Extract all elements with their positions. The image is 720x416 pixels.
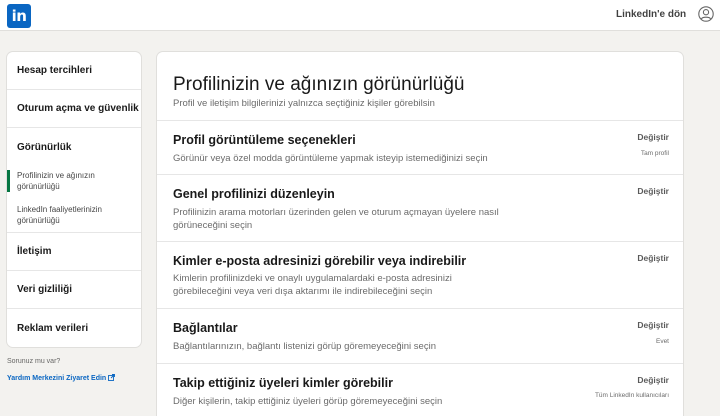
setting-title: Takip ettiğiniz üyeleri kimler görebilir <box>173 376 393 390</box>
setting-description: Profilinizin arama motorları üzerinden g… <box>173 207 499 231</box>
change-button[interactable]: Değiştir <box>637 132 669 142</box>
sidebar-item-communications[interactable]: İletişim <box>7 233 141 271</box>
setting-title: Kimler e-posta adresinizi görebilir veya… <box>173 254 467 268</box>
settings-sidebar: Hesap tercihleri Oturum açma ve güvenlik… <box>7 52 141 347</box>
setting-description: Kimlerin profilinizdeki ve onaylı uygula… <box>173 273 452 297</box>
page-title: Profilinizin ve ağınızın görünürlüğü <box>173 74 465 95</box>
change-button[interactable]: Değiştir <box>637 375 669 385</box>
setting-value: Tüm LinkedIn kullanıcıları <box>594 392 669 399</box>
sidebar-item-visibility[interactable]: Görünürlük <box>7 128 141 166</box>
back-to-linkedin-link[interactable]: LinkedIn'e dön <box>616 9 686 20</box>
change-button[interactable]: Değiştir <box>637 320 669 330</box>
external-link-icon <box>108 374 116 381</box>
setting-description: Diğer kişilerin, takip ettiğiniz üyeleri… <box>173 396 443 407</box>
change-button[interactable]: Değiştir <box>637 186 669 196</box>
sidebar-subitem-activity-visibility[interactable]: LinkedIn faaliyetlerinizin görünürlüğü <box>7 204 141 226</box>
help-center-link[interactable]: Yardım Merkezini Ziyaret Edin <box>7 374 116 382</box>
main-settings-panel: Profilinizin ve ağınızın görünürlüğü Pro… <box>157 52 683 416</box>
linkedin-logo[interactable]: in <box>7 4 31 28</box>
setting-row-following-visibility[interactable]: Takip ettiğiniz üyeleri kimler görebilir… <box>157 363 683 416</box>
change-button[interactable]: Değiştir <box>637 253 669 263</box>
setting-description: Görünür veya özel modda görüntüleme yapm… <box>173 153 488 164</box>
setting-row-public-profile[interactable]: Genel profilinizi düzenleyin Profilinizi… <box>157 174 683 241</box>
setting-row-profile-viewing[interactable]: Profil görüntüleme seçenekleri Görünür v… <box>157 120 683 174</box>
top-navigation-bar: in LinkedIn'e dön <box>0 0 720 31</box>
setting-row-connections[interactable]: Bağlantılar Bağlantılarınızın, bağlantı … <box>157 308 683 363</box>
setting-value: Tam profil <box>640 150 669 157</box>
user-avatar-icon[interactable] <box>698 6 714 22</box>
setting-title: Genel profilinizi düzenleyin <box>173 187 335 201</box>
setting-title: Bağlantılar <box>173 321 238 335</box>
sidebar-item-sign-in-security[interactable]: Oturum açma ve güvenlik <box>7 90 141 128</box>
sidebar-subitem-profile-network-visibility[interactable]: Profilinizin ve ağınızın görünürlüğü <box>7 170 141 192</box>
setting-value: Evet <box>655 338 669 345</box>
help-question: Sorunuz mu var? <box>7 358 61 365</box>
setting-description: Bağlantılarınızın, bağlantı listenizi gö… <box>173 341 436 352</box>
sidebar-item-data-privacy[interactable]: Veri gizliliği <box>7 271 141 309</box>
help-center-link-label[interactable]: Yardım Merkezini Ziyaret Edin <box>7 375 106 382</box>
setting-row-email-visibility[interactable]: Kimler e-posta adresinizi görebilir veya… <box>157 241 683 308</box>
sidebar-item-account-preferences[interactable]: Hesap tercihleri <box>7 52 141 90</box>
setting-title: Profil görüntüleme seçenekleri <box>173 133 356 147</box>
page-subtitle: Profil ve iletişim bilgilerinizi yalnızc… <box>173 98 435 109</box>
sidebar-item-advertising-data[interactable]: Reklam verileri <box>7 309 141 347</box>
